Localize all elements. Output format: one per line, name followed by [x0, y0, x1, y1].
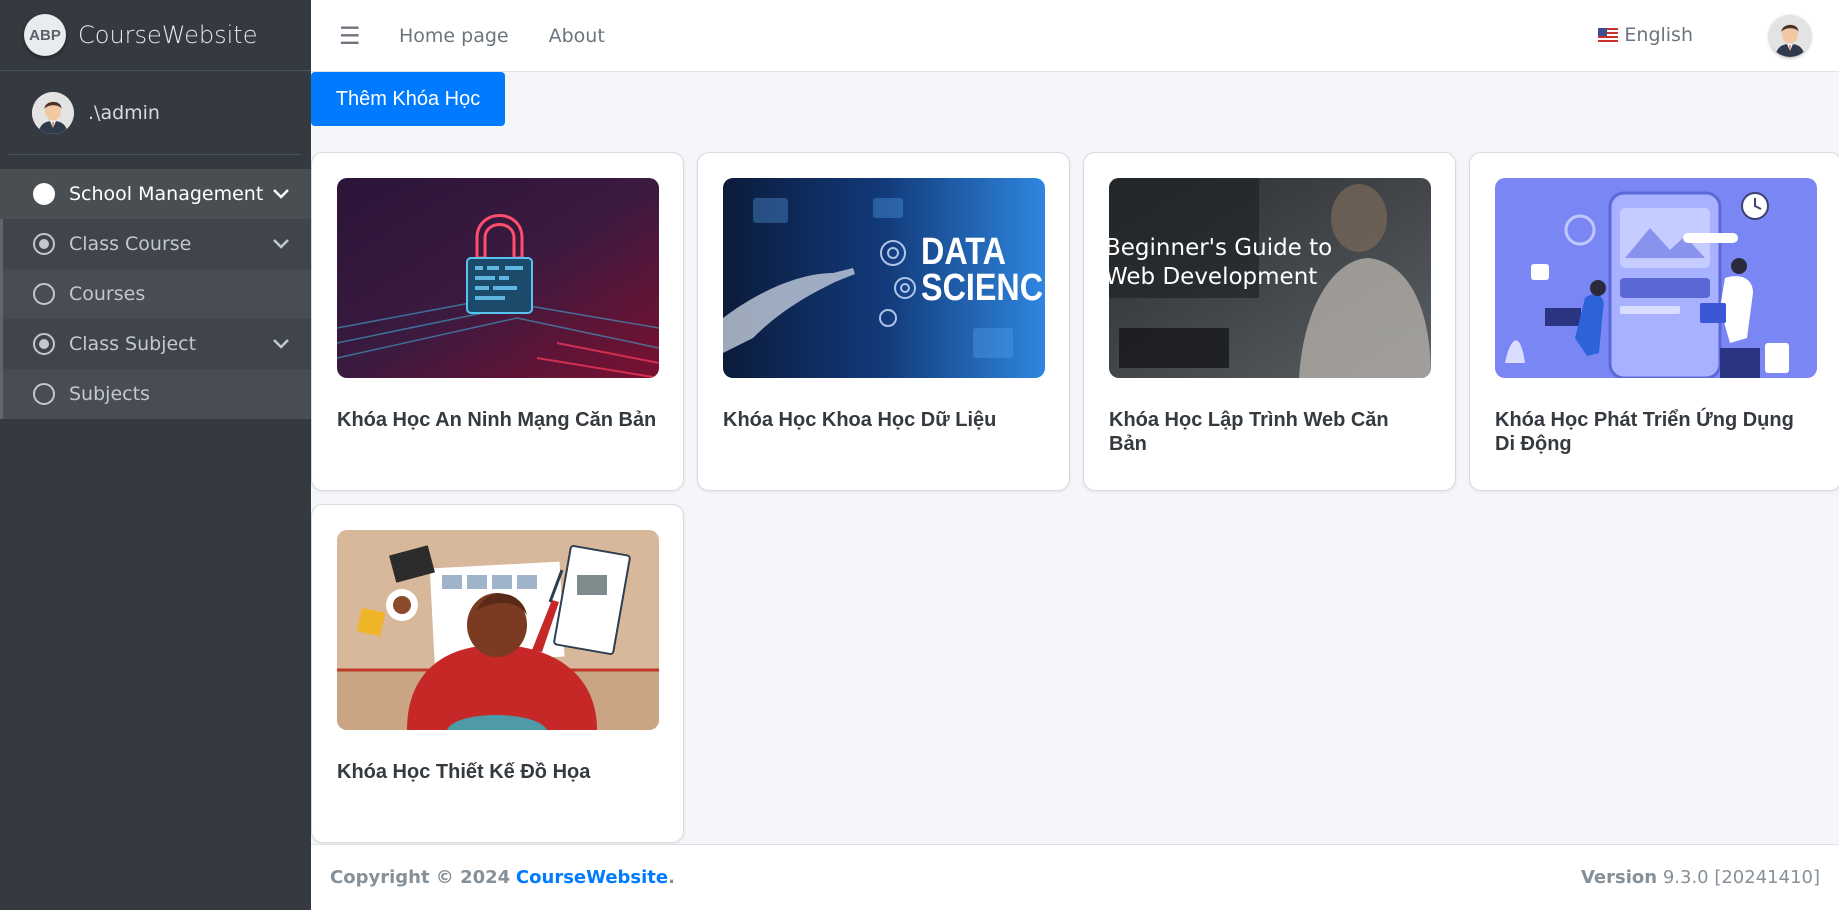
chevron-down-icon: [273, 339, 289, 349]
language-selector[interactable]: English: [1598, 24, 1693, 46]
user-name: .\admin: [88, 101, 160, 124]
add-course-button[interactable]: Thêm Khóa Học: [311, 72, 505, 126]
brand-text: CourseWebsite: [78, 21, 258, 49]
sidebar-item-label: Subjects: [69, 383, 150, 405]
copyright: Copyright © 2024 CourseWebsite.: [330, 867, 675, 888]
us-flag-icon: [1598, 28, 1619, 42]
circle-outline-icon: [33, 283, 55, 305]
sidebar-item-class-subject[interactable]: Class Subject: [0, 319, 311, 369]
data-science-image: DATA SCIENCE: [723, 178, 1045, 378]
course-title[interactable]: Khóa Học Khoa Học Dữ Liệu: [723, 408, 1045, 432]
version-info: Version 9.3.0 [20241410]: [1581, 867, 1820, 888]
brand-link[interactable]: ABP CourseWebsite: [0, 0, 311, 71]
sidebar-item-school-management[interactable]: School Management: [0, 169, 311, 219]
copyright-period: .: [668, 867, 675, 888]
circle-dot-icon: [33, 333, 55, 355]
footer: Copyright © 2024 CourseWebsite. Version …: [311, 844, 1839, 910]
mobile-app-development-image: [1495, 178, 1817, 378]
hamburger-icon[interactable]: ☰: [339, 22, 363, 50]
sidebar-item-class-course[interactable]: Class Course: [0, 219, 311, 269]
image-text: SCIENCE: [921, 267, 1045, 309]
footer-brand-link[interactable]: CourseWebsite: [516, 867, 668, 888]
cyber-security-lock-image: [337, 178, 659, 378]
graphic-design-image: [337, 530, 659, 730]
sidebar-item-label: School Management: [69, 183, 264, 205]
sidebar-item-subjects[interactable]: Subjects: [0, 369, 311, 419]
sidebar-item-courses[interactable]: Courses: [0, 269, 311, 319]
version-label: Version: [1580, 867, 1658, 888]
nav-link-home[interactable]: Home page: [399, 25, 509, 47]
chevron-down-icon: [273, 239, 289, 249]
sidebar-item-label: Class Subject: [69, 333, 197, 355]
circle-dot-icon: [33, 233, 55, 255]
sidebar: ABP CourseWebsite .\admin School Managem…: [0, 0, 311, 910]
web-development-image: Beginner's Guide to Web Development: [1109, 178, 1431, 378]
sidebar-item-label: Class Course: [69, 233, 192, 255]
course-title[interactable]: Khóa Học Thiết Kế Đồ Họa: [337, 760, 659, 784]
chevron-down-icon: [273, 189, 289, 199]
nav-link-about[interactable]: About: [549, 25, 605, 47]
top-navbar: ☰ Home page About English: [311, 0, 1839, 72]
version-value: 9.3.0 [20241410]: [1662, 867, 1820, 888]
copyright-text: Copyright © 2024: [330, 867, 511, 888]
user-menu-avatar[interactable]: [1769, 15, 1811, 57]
course-title[interactable]: Khóa Học Lập Trình Web Căn Bản: [1109, 408, 1431, 456]
avatar: [32, 91, 74, 134]
course-card[interactable]: Khóa Học Phát Triển Ứng Dụng Di Động: [1469, 152, 1839, 491]
course-card[interactable]: Beginner's Guide to Web Development Khóa…: [1083, 152, 1456, 491]
image-text: Web Development: [1109, 264, 1317, 290]
course-card[interactable]: DATA SCIENCE Khóa Học Khoa Học Dữ Liệu: [697, 152, 1070, 491]
course-title[interactable]: Khóa Học An Ninh Mạng Căn Bản: [337, 408, 659, 432]
course-title[interactable]: Khóa Học Phát Triển Ứng Dụng Di Động: [1495, 408, 1817, 456]
course-card[interactable]: Khóa Học An Ninh Mạng Căn Bản: [311, 152, 684, 491]
abp-logo-icon: ABP: [24, 14, 66, 56]
course-card[interactable]: Khóa Học Thiết Kế Đồ Họa: [311, 504, 684, 843]
image-text: Beginner's Guide to: [1109, 235, 1332, 261]
sidebar-nav: School Management Class Course Courses C…: [0, 169, 311, 419]
circle-outline-icon: [33, 383, 55, 405]
user-panel[interactable]: .\admin: [8, 71, 301, 155]
sidebar-item-label: Courses: [69, 283, 146, 305]
language-label: English: [1624, 24, 1693, 46]
circle-filled-icon: [33, 183, 55, 205]
